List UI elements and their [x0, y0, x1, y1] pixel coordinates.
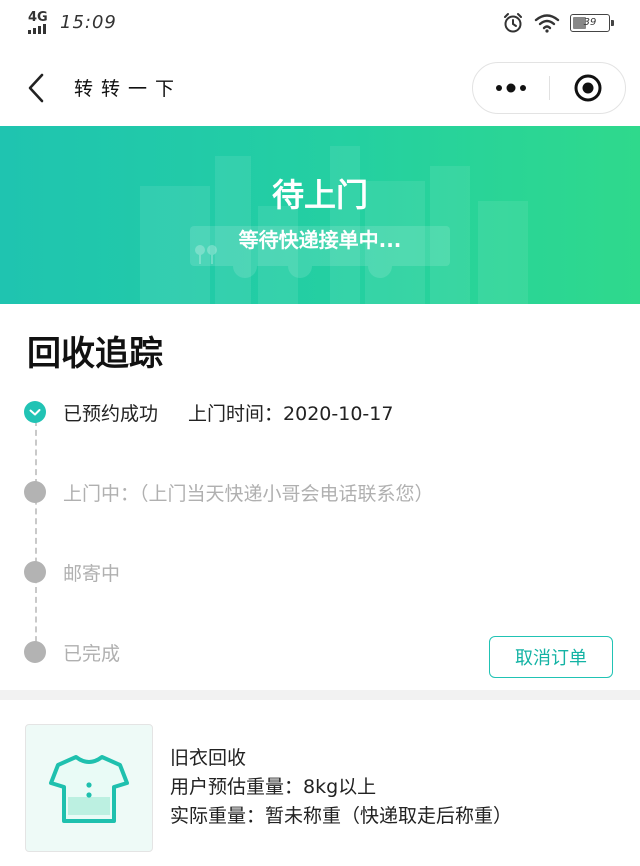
- close-mini-program-button[interactable]: [550, 63, 626, 113]
- pickup-time: 上门时间：2020-10-17: [188, 402, 394, 425]
- estimated-weight: 用户预估重量：8kg以上: [170, 776, 377, 798]
- back-button[interactable]: [18, 70, 54, 106]
- actual-weight: 实际重量：暂未称重（快递取走后称重）: [170, 805, 513, 827]
- item-thumbnail: [25, 724, 153, 852]
- section-divider: [0, 690, 640, 700]
- item-name: 旧衣回收: [170, 747, 247, 769]
- check-circle-icon: [24, 401, 46, 423]
- timeline-step-label: 已完成: [63, 642, 121, 665]
- order-status-subtitle: 等待快递接单中...: [238, 228, 402, 252]
- network-type: 4G: [28, 10, 48, 25]
- item-info: 旧衣回收 用户预估重量：8kg以上 实际重量：暂未称重（快递取走后称重）: [170, 744, 512, 831]
- timeline-step-shipping: 邮寄中: [24, 552, 120, 592]
- back-icon: [28, 73, 44, 103]
- timeline-step-label: 已预约成功: [63, 402, 159, 425]
- tshirt-icon: [49, 755, 129, 823]
- timeline-step-completed: 已完成: [24, 632, 120, 672]
- timeline-step-visiting: 上门中：（上门当天快递小哥会电话联系您）: [24, 472, 434, 512]
- wifi-icon: [534, 14, 560, 33]
- nav-bar: 转转一下: [0, 48, 640, 128]
- pending-dot-icon: [24, 561, 46, 583]
- mini-program-capsule: [472, 62, 626, 114]
- target-close-icon: [574, 74, 602, 102]
- battery-icon: 39: [570, 14, 614, 32]
- more-button[interactable]: [473, 63, 549, 113]
- battery-percent: 39: [583, 17, 597, 28]
- cancel-order-button[interactable]: 取消订单: [489, 636, 613, 678]
- page-title: 转转一下: [74, 78, 183, 100]
- timeline-step-booked: 已预约成功 上门时间：2020-10-17: [24, 392, 393, 432]
- signal-icon: [28, 24, 46, 34]
- tracking-title: 回收追踪: [27, 334, 163, 374]
- status-time: 15:09: [60, 12, 117, 33]
- more-dots-icon: [496, 83, 526, 93]
- pending-dot-icon: [24, 481, 46, 503]
- status-banner: 待上门 等待快递接单中...: [0, 126, 640, 304]
- pending-dot-icon: [24, 641, 46, 663]
- timeline-step-label: 邮寄中: [63, 562, 121, 585]
- timeline-dashed-line: [35, 420, 37, 652]
- status-bar: 4G 15:09 39: [0, 0, 640, 48]
- alarm-icon: [504, 13, 522, 33]
- timeline-step-label: 上门中：（上门当天快递小哥会电话联系您）: [63, 482, 434, 505]
- order-status-title: 待上门: [271, 176, 368, 214]
